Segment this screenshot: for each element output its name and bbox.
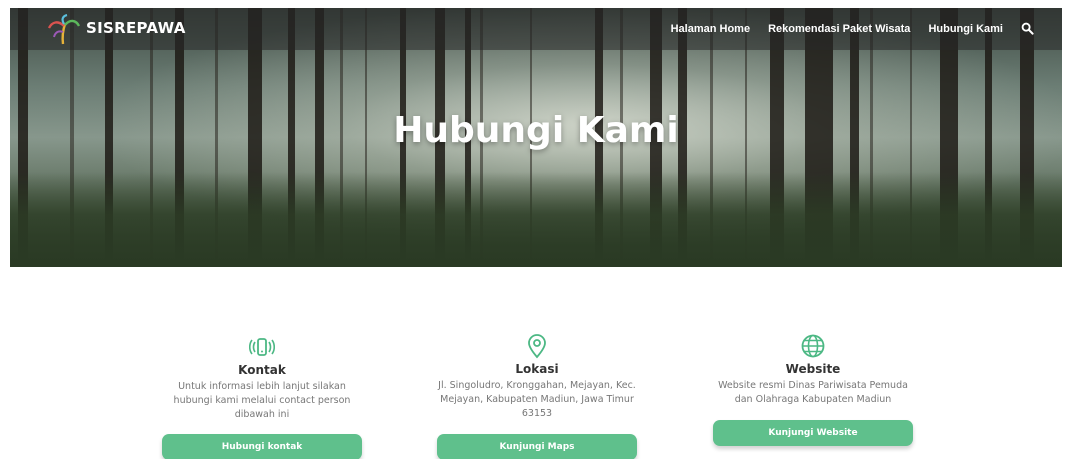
navbar: SISREPAWA Halaman Home Rekomendasi Paket… (10, 8, 1062, 50)
location-card: Lokasi Jl. Singoludro, Kronggahan, Mejay… (432, 333, 642, 421)
contact-button[interactable]: Hubungi kontak (162, 434, 362, 459)
website-button[interactable]: Kunjungi Website (713, 420, 913, 446)
brand-name[interactable]: SISREPAWA (86, 19, 186, 37)
website-text: Website resmi Dinas Pariwisata Pemuda da… (718, 380, 908, 405)
globe-icon (801, 334, 825, 358)
hero-banner: SISREPAWA Halaman Home Rekomendasi Paket… (10, 8, 1062, 267)
nav-hubungi-kami[interactable]: Hubungi Kami (928, 23, 1003, 35)
contact-card: Kontak Untuk informasi lebih lanjut sila… (157, 336, 367, 422)
contact-title: Kontak (238, 363, 286, 377)
location-pin-icon (528, 334, 546, 359)
location-title: Lokasi (515, 362, 559, 376)
nav-home[interactable]: Halaman Home (671, 23, 750, 35)
website-title: Website (785, 362, 841, 376)
page-title: Hubungi Kami (393, 110, 679, 151)
hero-ground (10, 172, 1062, 267)
contact-text: Untuk informasi lebih lanjut silakan hub… (173, 381, 351, 420)
location-text: Jl. Singoludro, Kronggahan, Mejayan, Kec… (438, 380, 636, 419)
flame-logo-icon[interactable] (46, 14, 80, 46)
website-card: Website Website resmi Dinas Pariwisata P… (708, 333, 918, 407)
main-nav: Halaman Home Rekomendasi Paket Wisata Hu… (671, 22, 1034, 35)
search-icon[interactable] (1021, 22, 1034, 35)
nav-rekomendasi-paket-wisata[interactable]: Rekomendasi Paket Wisata (768, 23, 910, 35)
phone-vibrate-icon (249, 338, 275, 356)
maps-button[interactable]: Kunjungi Maps (437, 434, 637, 459)
